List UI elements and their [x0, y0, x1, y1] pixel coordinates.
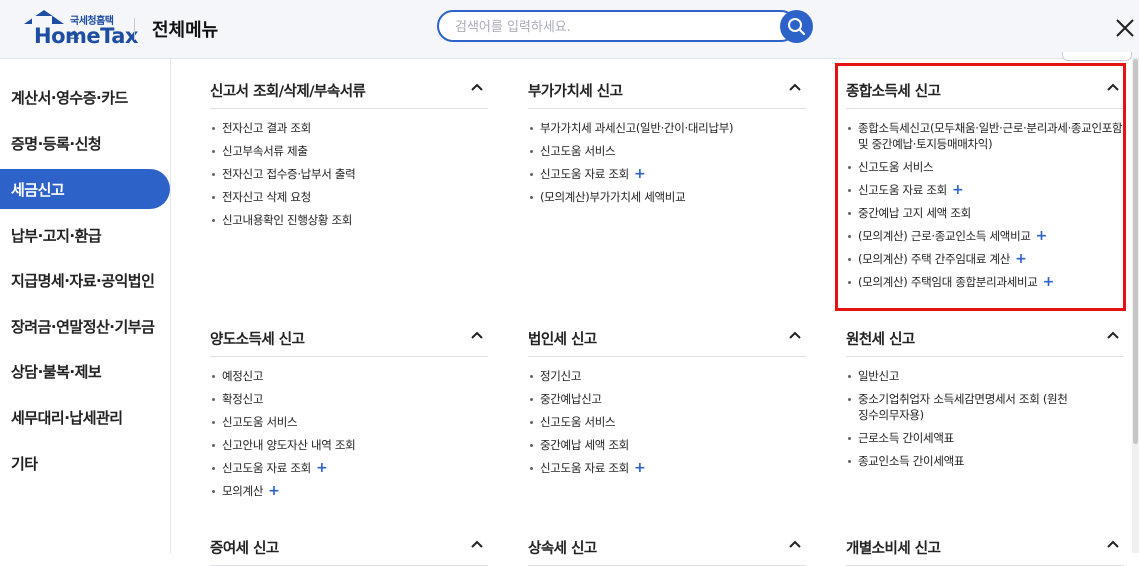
page-title: 전체메뉴 [152, 20, 219, 41]
section-title: 증여세 신고 [210, 541, 279, 557]
section-title: 원천세 신고 [846, 332, 915, 348]
sidebar-item-incentives[interactable]: 장려금·연말정산·기부금 [0, 306, 170, 346]
section-title: 법인세 신고 [528, 332, 597, 348]
section-title: 상속세 신고 [528, 541, 597, 557]
section-title: 부가가치세 신고 [528, 84, 623, 100]
highlight-box [835, 63, 1126, 311]
sidebar-item-tax-filing[interactable]: 세금신고 [0, 169, 170, 209]
section-header[interactable]: 법인세 신고 [528, 326, 806, 357]
menu-link[interactable]: 근로소득 간이세액표 [846, 430, 1076, 446]
chevron-up-icon[interactable] [470, 539, 484, 549]
search-input[interactable] [453, 17, 777, 37]
section-link-list: 부가가치세 과세신고(일반·간이·대리납부) 신고도움 서비스 신고도움 자료 … [528, 120, 828, 212]
header-divider [134, 18, 135, 40]
expand-plus-icon[interactable]: + [268, 483, 280, 499]
menu-link[interactable]: 신고도움 자료 조회 + [210, 460, 510, 476]
section-title: 양도소득세 신고 [210, 332, 305, 348]
section-link-list: 전자신고 결과 조회 신고부속서류 제출 전자신고 접수증·납부서 출력 전자신… [210, 120, 510, 235]
menu-link[interactable]: 정기신고 [528, 368, 828, 384]
section-header[interactable]: 부가가치세 신고 [528, 78, 806, 109]
menu-link[interactable]: 일반신고 [846, 368, 1076, 384]
dropdown-fragment [1062, 52, 1132, 61]
chevron-up-icon[interactable] [788, 82, 802, 92]
chevron-up-icon[interactable] [788, 539, 802, 549]
section-title: 개별소비세 신고 [846, 541, 941, 557]
sidebar-item-payment[interactable]: 납부·고지·환급 [0, 215, 170, 255]
chevron-up-icon[interactable] [788, 330, 802, 340]
scrollbar-thumb[interactable] [1133, 59, 1138, 444]
sidebar-item-consulting[interactable]: 상담·불복·제보 [0, 351, 170, 391]
sidebar-item-etc[interactable]: 기타 [0, 443, 170, 483]
section-link-list: 정기신고 중간예납신고 신고도움 서비스 중간예납 세액 조회 신고도움 자료 … [528, 368, 828, 483]
menu-link[interactable]: 중소기업취업자 소득세감면명세서 조회 (원천징수의무자용) [846, 391, 1076, 423]
chevron-up-icon[interactable] [470, 330, 484, 340]
close-icon [1116, 19, 1134, 37]
chevron-up-icon[interactable] [1106, 330, 1120, 340]
expand-plus-icon[interactable]: + [634, 166, 646, 182]
menu-link[interactable]: 신고도움 서비스 [528, 143, 828, 159]
menu-link[interactable]: 신고도움 서비스 [528, 414, 828, 430]
section-title: 신고서 조회/삭제/부속서류 [210, 84, 366, 100]
section-header[interactable]: 증여세 신고 [210, 535, 488, 566]
menu-link[interactable]: 중간예납신고 [528, 391, 828, 407]
menu-link[interactable]: 부가가치세 과세신고(일반·간이·대리납부) [528, 120, 828, 136]
search-box [437, 10, 797, 42]
menu-link[interactable]: 신고내용확인 진행상황 조회 [210, 212, 510, 228]
section-header[interactable]: 개별소비세 신고 [846, 535, 1124, 566]
search-button[interactable] [780, 10, 813, 43]
menu-link[interactable]: (모의계산)부가가치세 세액비교 [528, 189, 828, 205]
menu-link[interactable]: 모의계산 + [210, 483, 510, 499]
menu-link[interactable]: 확정신고 [210, 391, 510, 407]
section-header[interactable]: 신고서 조회/삭제/부속서류 [210, 78, 488, 109]
expand-plus-icon[interactable]: + [634, 460, 646, 476]
menu-link[interactable]: 신고안내 양도자산 내역 조회 [210, 437, 510, 453]
sidebar-item-invoice[interactable]: 계산서·영수증·카드 [0, 77, 170, 117]
menu-link[interactable]: 신고도움 자료 조회 + [528, 460, 828, 476]
hometax-logo[interactable]: 국세청홈택스 HomeTax [22, 8, 138, 48]
sidebar-item-certificate[interactable]: 증명·등록·신청 [0, 123, 170, 163]
section-link-list: 일반신고 중소기업취업자 소득세감면명세서 조회 (원천징수의무자용) 근로소득… [846, 368, 1076, 476]
menu-link[interactable]: 전자신고 접수증·납부서 출력 [210, 166, 510, 182]
expand-plus-icon[interactable]: + [316, 460, 328, 476]
menu-link[interactable]: 신고부속서류 제출 [210, 143, 510, 159]
menu-link[interactable]: 전자신고 삭제 요청 [210, 189, 510, 205]
menu-link[interactable]: 전자신고 결과 조회 [210, 120, 510, 136]
sidebar-item-tax-agent[interactable]: 세무대리·납세관리 [0, 397, 170, 437]
section-header[interactable]: 원천세 신고 [846, 326, 1124, 357]
menu-link[interactable]: 예정신고 [210, 368, 510, 384]
chevron-up-icon[interactable] [470, 82, 484, 92]
menu-link[interactable]: 신고도움 서비스 [210, 414, 510, 430]
section-header[interactable]: 양도소득세 신고 [210, 326, 488, 357]
section-header[interactable]: 상속세 신고 [528, 535, 806, 566]
sidebar-item-statements[interactable]: 지급명세·자료·공익법인 [0, 260, 170, 300]
top-header: 국세청홈택스 HomeTax 전체메뉴 [0, 0, 1139, 61]
menu-link[interactable]: 종교인소득 간이세액표 [846, 453, 1076, 469]
category-sidebar: 계산서·영수증·카드 증명·등록·신청 세금신고 납부·고지·환급 지급명세·자… [0, 59, 171, 553]
search-icon [788, 18, 806, 36]
logo-text: HomeTax [34, 24, 138, 48]
menu-link[interactable]: 신고도움 자료 조회 + [528, 166, 828, 182]
chevron-up-icon[interactable] [1106, 539, 1120, 549]
section-link-list: 예정신고 확정신고 신고도움 서비스 신고안내 양도자산 내역 조회 신고도움 … [210, 368, 510, 506]
menu-link[interactable]: 중간예납 세액 조회 [528, 437, 828, 453]
close-button[interactable] [1113, 16, 1137, 40]
